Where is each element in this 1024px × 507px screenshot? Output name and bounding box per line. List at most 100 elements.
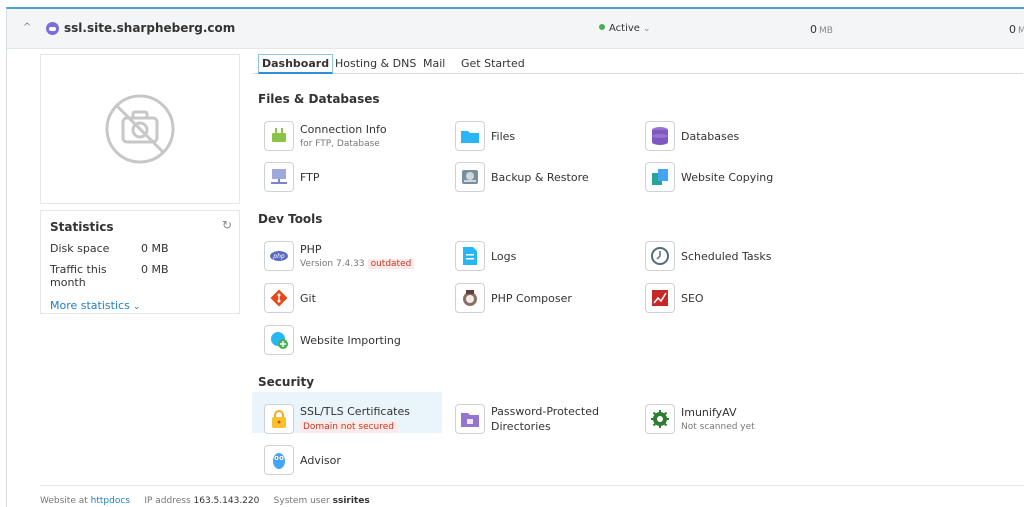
- tool-label: Website Importing: [300, 333, 401, 347]
- tab-get-started[interactable]: Get Started: [457, 54, 529, 73]
- site-preview: [40, 54, 240, 204]
- tab-hosting-dns[interactable]: Hosting & DNS: [331, 54, 420, 73]
- statistics-title: Statistics: [50, 220, 114, 234]
- tool-label: Advisor: [300, 453, 341, 467]
- composer-icon: [455, 283, 485, 313]
- stat-disk-label: Disk space: [50, 242, 110, 255]
- section-security: Security: [258, 375, 315, 389]
- database-icon: [645, 121, 675, 151]
- tab-dashboard[interactable]: Dashboard: [258, 54, 334, 74]
- footer-user-label: System user: [273, 496, 330, 506]
- tab-bar: Dashboard Hosting & DNS Mail Get Started: [253, 52, 1023, 74]
- tool-ftp[interactable]: FTP: [264, 161, 320, 193]
- stat-disk-row: Disk space 0 MB: [50, 242, 230, 255]
- lock-icon: [264, 404, 294, 434]
- tool-sublabel: Not scanned yet: [681, 422, 755, 432]
- protected-folder-icon: [455, 404, 485, 434]
- copy-pages-icon: [645, 162, 675, 192]
- status-dot-icon: [599, 24, 605, 30]
- stat-traffic-row: Traffic this month 0 MB: [50, 263, 230, 289]
- section-files-databases: Files & Databases: [258, 92, 380, 106]
- tool-imunifyav[interactable]: ImunifyAV Not scanned yet: [645, 403, 755, 435]
- footer-ip-value: 163.5.143.220: [193, 496, 260, 506]
- site-icon: [46, 22, 59, 35]
- statistics-panel: Statistics ↻ Disk space 0 MB Traffic thi…: [40, 210, 240, 314]
- tool-label: PHP: [300, 243, 322, 256]
- tool-label: PHP Composer: [491, 291, 572, 305]
- tool-connection-info[interactable]: Connection Info for FTP, Database: [264, 120, 387, 152]
- php-icon: php: [264, 241, 294, 271]
- tool-scheduled-tasks[interactable]: Scheduled Tasks: [645, 240, 772, 272]
- seo-chart-icon: [645, 283, 675, 313]
- tool-php-composer[interactable]: PHP Composer: [455, 282, 572, 314]
- no-preview-camera-icon: [105, 94, 175, 164]
- git-icon: [264, 283, 294, 313]
- footer-website-at: Website at: [40, 496, 88, 506]
- advisor-owl-icon: [264, 445, 294, 475]
- metric-disk-value: 0: [810, 23, 817, 36]
- chevron-down-icon: ⌄: [132, 302, 141, 312]
- tool-git[interactable]: Git: [264, 282, 316, 314]
- tool-label: Backup & Restore: [491, 170, 589, 184]
- tool-seo[interactable]: SEO: [645, 282, 704, 314]
- site-header-row[interactable]: ^ ssl.site.sharpheberg.com Active ⌄ 0 MB 0…: [7, 9, 1024, 49]
- tool-label-line2: Directories: [491, 420, 551, 433]
- logs-document-icon: [455, 241, 485, 271]
- tool-label: FTP: [300, 170, 320, 184]
- php-version: Version 7.4.33: [300, 259, 365, 269]
- imunify-gear-icon: [645, 404, 675, 434]
- tool-password-protected-directories[interactable]: Password-Protected Directories: [455, 403, 599, 435]
- tool-label: Website Copying: [681, 170, 774, 184]
- stat-traffic-label: Traffic this month: [50, 263, 107, 289]
- tool-advisor[interactable]: Advisor: [264, 444, 341, 476]
- tool-ssl-certificates[interactable]: SSL/TLS Certificates Domain not secured: [264, 403, 410, 435]
- footer-divider: [40, 485, 1024, 486]
- tool-backup-restore[interactable]: Backup & Restore: [455, 161, 589, 193]
- connection-plug-icon: [264, 121, 294, 151]
- tool-label: ImunifyAV: [681, 406, 737, 419]
- footer-user-value: ssirites: [332, 496, 370, 506]
- footer-website-link[interactable]: httpdocs: [91, 496, 130, 506]
- ftp-server-icon: [264, 162, 294, 192]
- refresh-icon[interactable]: ↻: [222, 218, 232, 232]
- more-statistics-label: More statistics: [50, 299, 130, 312]
- tool-label: Databases: [681, 129, 740, 143]
- folder-icon: [455, 121, 485, 151]
- tool-files[interactable]: Files: [455, 120, 515, 152]
- metric-traffic-value: 0: [1009, 23, 1016, 36]
- globe-import-icon: [264, 325, 294, 355]
- backup-drive-icon: [455, 162, 485, 192]
- stat-traffic-value: 0 MB: [141, 263, 169, 276]
- status-dropdown[interactable]: Active ⌄: [599, 23, 650, 34]
- more-statistics-link[interactable]: More statistics ⌄: [50, 299, 230, 312]
- site-name[interactable]: ssl.site.sharpheberg.com: [64, 21, 235, 35]
- tool-logs[interactable]: Logs: [455, 240, 516, 272]
- tool-sublabel: for FTP, Database: [300, 139, 380, 149]
- tool-label-line1: Password-Protected: [491, 405, 599, 418]
- metric-traffic: 0M: [1009, 23, 1024, 36]
- tool-label: SSL/TLS Certificates: [300, 405, 410, 418]
- metric-disk-unit: MB: [819, 26, 833, 36]
- svg-text:php: php: [272, 253, 285, 260]
- clock-icon: [645, 241, 675, 271]
- tool-label: Logs: [491, 249, 517, 263]
- tool-databases[interactable]: Databases: [645, 120, 739, 152]
- metric-disk: 0 MB: [810, 23, 833, 36]
- chevron-down-icon: ⌄: [642, 24, 651, 34]
- tab-mail[interactable]: Mail: [419, 54, 449, 73]
- tool-label: Scheduled Tasks: [681, 249, 772, 263]
- stat-disk-value: 0 MB: [141, 242, 169, 255]
- status-label: Active: [609, 23, 640, 34]
- outdated-badge: outdated: [367, 259, 415, 269]
- tool-sublabel: Version 7.4.33 outdated: [300, 259, 415, 269]
- domain-not-secured-badge: Domain not secured: [300, 421, 398, 433]
- tool-label: SEO: [681, 291, 704, 305]
- tool-label: Git: [300, 291, 316, 305]
- tool-website-importing[interactable]: Website Importing: [264, 324, 401, 356]
- tool-php[interactable]: php PHP Version 7.4.33 outdated: [264, 240, 415, 272]
- collapse-chevron-icon[interactable]: ^: [23, 22, 31, 33]
- tool-website-copying[interactable]: Website Copying: [645, 161, 773, 193]
- section-dev-tools: Dev Tools: [258, 212, 323, 226]
- footer-ip-label: IP address: [144, 496, 191, 506]
- tool-label: Connection Info: [300, 123, 387, 136]
